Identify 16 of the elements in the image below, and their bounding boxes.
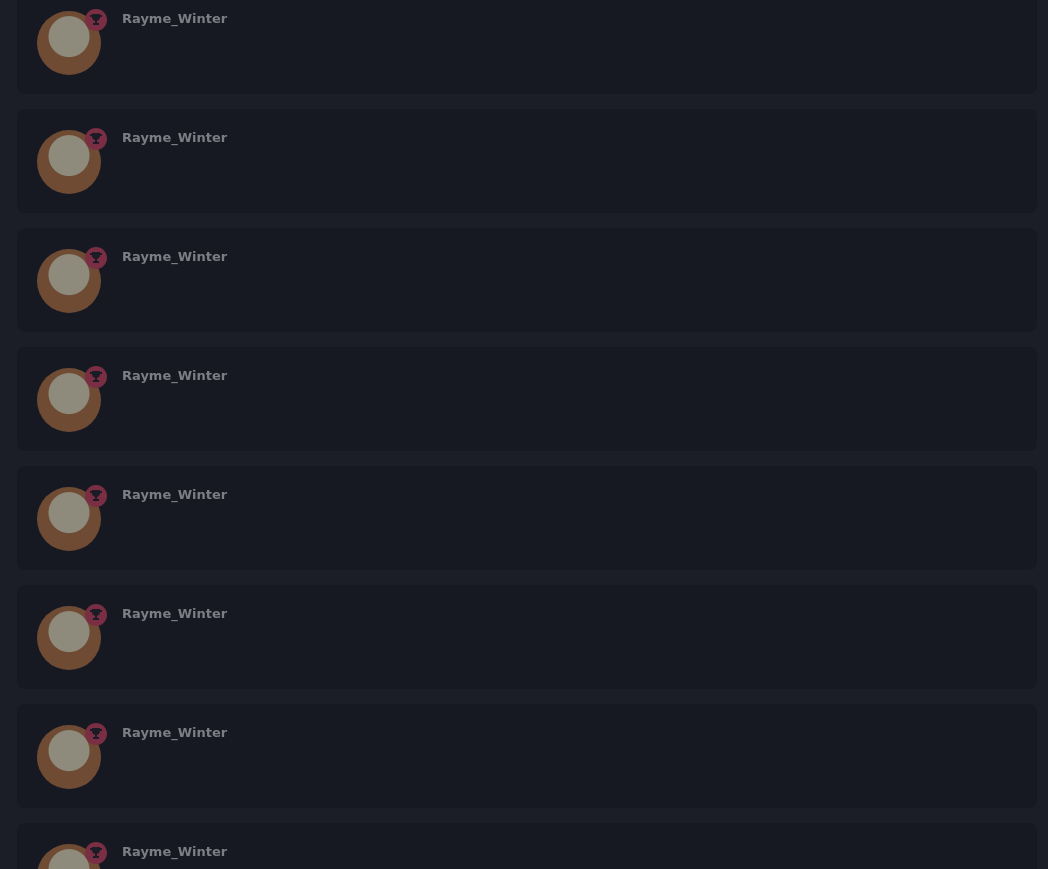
trophy-badge-icon [85,366,107,388]
username[interactable]: Rayme_Winter [122,130,228,145]
username[interactable]: Rayme_Winter [122,844,228,859]
trophy-badge-icon [85,128,107,150]
trophy-badge-icon [85,723,107,745]
username[interactable]: Rayme_Winter [122,487,228,502]
username[interactable]: Rayme_Winter [122,725,228,740]
username[interactable]: Rayme_Winter [122,249,228,264]
username[interactable]: Rayme_Winter [122,606,228,621]
trophy-badge-icon [85,842,107,864]
trophy-badge-icon [85,604,107,626]
trophy-badge-icon [85,9,107,31]
username[interactable]: Rayme_Winter [122,11,228,26]
trophy-badge-icon [85,247,107,269]
username[interactable]: Rayme_Winter [122,368,228,383]
trophy-badge-icon [85,485,107,507]
